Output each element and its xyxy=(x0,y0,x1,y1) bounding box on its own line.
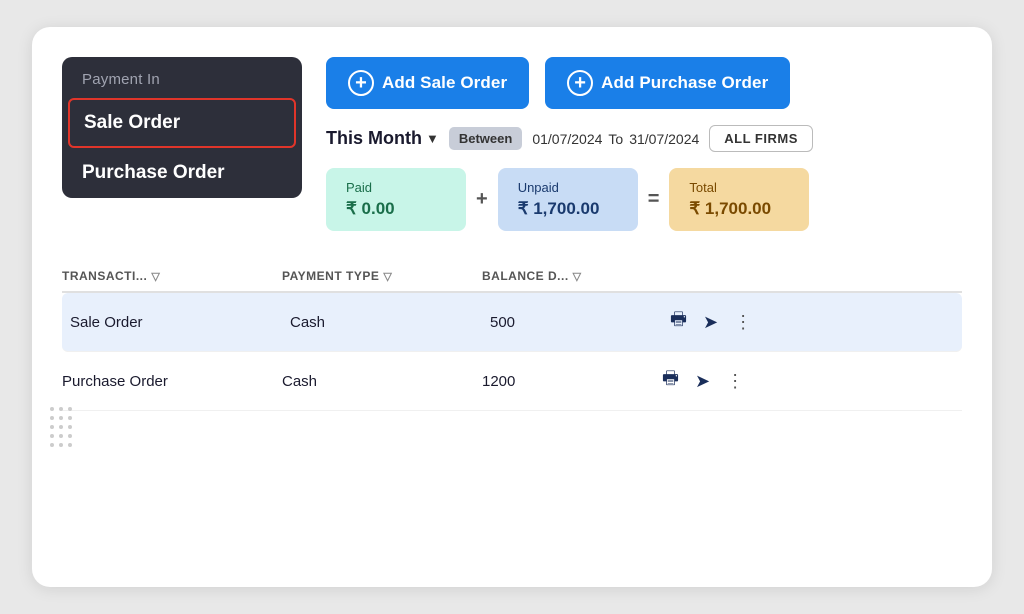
paid-card: Paid ₹ 0.00 xyxy=(326,168,466,231)
th-payment-type: PAYMENT TYPE ▽ xyxy=(282,269,482,283)
paid-label: Paid xyxy=(346,180,446,195)
total-card: Total ₹ 1,700.00 xyxy=(669,168,809,231)
sidebar-item-sale-order[interactable]: Sale Order xyxy=(68,98,296,148)
action-buttons: + Add Sale Order + Add Purchase Order xyxy=(326,57,962,109)
right-panel: + Add Sale Order + Add Purchase Order Th… xyxy=(326,57,962,231)
th-actions xyxy=(662,269,962,283)
sidebar-menu: Payment In Sale Order Purchase Order xyxy=(62,57,302,198)
print-icon-2[interactable]: 🖶 xyxy=(662,366,679,396)
top-row: Payment In Sale Order Purchase Order + A… xyxy=(62,57,962,231)
main-card: Payment In Sale Order Purchase Order + A… xyxy=(32,27,992,587)
sidebar-header: Payment In xyxy=(62,57,302,98)
month-filter[interactable]: This Month ▼ xyxy=(326,128,439,149)
td-payment-type-1: Cash xyxy=(290,314,490,331)
balance-filter-icon[interactable]: ▽ xyxy=(573,270,582,283)
summary-row: Paid ₹ 0.00 + Unpaid ₹ 1,700.00 = Total … xyxy=(326,168,962,231)
between-badge: Between xyxy=(449,127,522,150)
add-sale-order-label: Add Sale Order xyxy=(382,73,507,93)
th-transaction-label: TRANSACTI... xyxy=(62,269,147,283)
td-balance-1: 500 xyxy=(490,314,670,331)
td-balance-2: 1200 xyxy=(482,373,662,390)
paid-amount: ₹ 0.00 xyxy=(346,199,446,219)
td-payment-type-2: Cash xyxy=(282,373,482,390)
total-amount: ₹ 1,700.00 xyxy=(689,199,789,219)
total-label: Total xyxy=(689,180,789,195)
date-range: 01/07/2024 To 31/07/2024 xyxy=(532,131,699,147)
unpaid-card: Unpaid ₹ 1,700.00 xyxy=(498,168,638,231)
chevron-down-icon: ▼ xyxy=(426,131,439,146)
more-options-icon-1[interactable]: ⋮ xyxy=(734,312,754,333)
row-actions-2: 🖶 ➤ ⋮ xyxy=(662,366,962,396)
dots-decoration xyxy=(50,407,72,447)
th-balance: BALANCE D... ▽ xyxy=(482,269,662,283)
th-transaction: TRANSACTI... ▽ xyxy=(62,269,282,283)
unpaid-amount: ₹ 1,700.00 xyxy=(518,199,618,219)
table-row: Purchase Order Cash 1200 🖶 ➤ ⋮ xyxy=(62,352,962,411)
filter-row: This Month ▼ Between 01/07/2024 To 31/07… xyxy=(326,125,962,152)
more-options-icon-2[interactable]: ⋮ xyxy=(726,371,746,392)
payment-type-filter-icon[interactable]: ▽ xyxy=(383,270,392,283)
plus-separator: + xyxy=(476,188,488,211)
eq-separator: = xyxy=(648,188,660,211)
add-sale-order-icon: + xyxy=(348,70,374,96)
date-to-label: To xyxy=(608,131,623,147)
date-from: 01/07/2024 xyxy=(532,131,602,147)
share-icon-2[interactable]: ➤ xyxy=(695,371,710,392)
add-purchase-order-icon: + xyxy=(567,70,593,96)
table-header: TRANSACTI... ▽ PAYMENT TYPE ▽ BALANCE D.… xyxy=(62,261,962,293)
print-icon-1[interactable]: 🖶 xyxy=(670,307,687,337)
table-section: TRANSACTI... ▽ PAYMENT TYPE ▽ BALANCE D.… xyxy=(62,261,962,411)
share-icon-1[interactable]: ➤ xyxy=(703,312,718,333)
table-row: Sale Order Cash 500 🖶 ➤ ⋮ xyxy=(62,293,962,352)
sidebar-item-purchase-order-label: Purchase Order xyxy=(82,162,225,183)
date-to: 31/07/2024 xyxy=(629,131,699,147)
transaction-filter-icon[interactable]: ▽ xyxy=(151,270,160,283)
row-actions-1: 🖶 ➤ ⋮ xyxy=(670,307,954,337)
td-transaction-2: Purchase Order xyxy=(62,373,282,390)
sidebar-item-sale-order-label: Sale Order xyxy=(84,112,180,133)
th-payment-type-label: PAYMENT TYPE xyxy=(282,269,379,283)
add-purchase-order-label: Add Purchase Order xyxy=(601,73,768,93)
td-transaction-1: Sale Order xyxy=(70,314,290,331)
all-firms-button[interactable]: ALL FIRMS xyxy=(709,125,813,152)
th-balance-label: BALANCE D... xyxy=(482,269,569,283)
add-purchase-order-button[interactable]: + Add Purchase Order xyxy=(545,57,790,109)
month-label: This Month xyxy=(326,128,422,149)
unpaid-label: Unpaid xyxy=(518,180,618,195)
sidebar-item-purchase-order[interactable]: Purchase Order xyxy=(62,148,302,198)
add-sale-order-button[interactable]: + Add Sale Order xyxy=(326,57,529,109)
